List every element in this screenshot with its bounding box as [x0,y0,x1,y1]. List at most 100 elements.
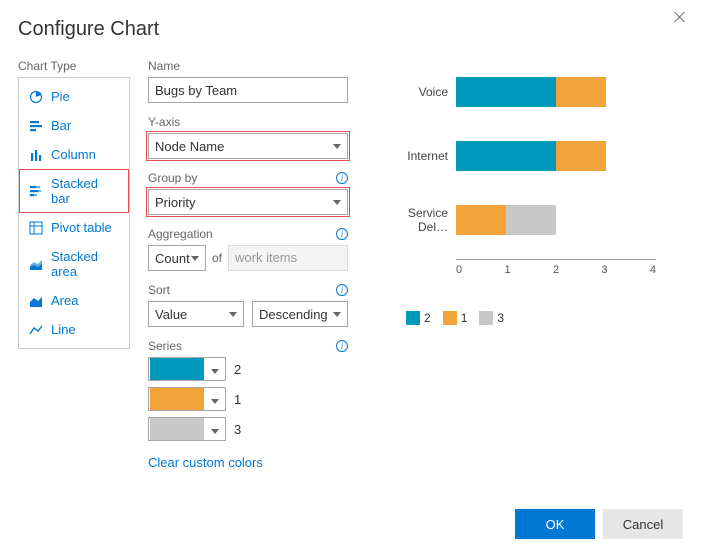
legend-swatch [406,311,420,325]
yaxis-value: Node Name [155,139,224,154]
series-color-select[interactable] [148,417,226,441]
chevron-down-icon [333,200,341,205]
bar-icon [29,119,43,133]
series-color-select[interactable] [148,357,226,381]
sort-dir-select[interactable]: Descending [252,301,348,327]
area-icon [29,294,43,308]
chart-tick-label: 2 [553,264,559,276]
chart-bar-row: Service Del… [386,195,666,245]
info-icon[interactable]: i [336,340,348,352]
chevron-down-icon [205,422,225,437]
chart-type-pivot-table[interactable]: Pivot table [19,213,129,242]
agg-label: Aggregation [148,227,213,241]
sort-label: Sort [148,283,170,297]
sort-by-value: Value [155,307,187,322]
column-icon [29,148,43,162]
chart-bar-segment [456,141,556,171]
yaxis-label: Y-axis [148,115,358,129]
legend-swatch [443,311,457,325]
chart-type-label: Pie [51,89,70,104]
group-label: Group by [148,171,197,185]
chevron-down-icon [333,144,341,149]
chart-type-label: Stacked area [51,249,119,279]
chart-type-label: Line [51,322,76,337]
chart-x-axis: 01234 [456,259,656,276]
chart-bar [456,205,656,235]
cancel-button[interactable]: Cancel [603,509,683,539]
chart-type-label: Stacked bar [51,176,119,206]
line-icon [29,323,43,337]
sort-by-select[interactable]: Value [148,301,244,327]
dialog-title: Configure Chart [18,18,683,41]
chart-category-label: Voice [386,85,456,99]
ok-button[interactable]: OK [515,509,595,539]
series-color-select[interactable] [148,387,226,411]
chart-type-bar[interactable]: Bar [19,111,129,140]
chart-bar-segment [456,77,556,107]
name-input[interactable] [148,77,348,103]
pivot-table-icon [29,221,43,235]
group-select[interactable]: Priority [148,189,348,215]
clear-colors-link[interactable]: Clear custom colors [148,455,263,470]
chart-bar-row: Internet [386,131,666,181]
legend-swatch [479,311,493,325]
group-value: Priority [155,195,195,210]
legend-label: 2 [424,311,431,325]
chevron-down-icon [229,312,237,317]
series-swatch [150,418,204,440]
stacked-bar-icon [29,184,43,198]
chart-tick-label: 0 [456,264,462,276]
chevron-down-icon [205,362,225,377]
chart-type-area[interactable]: Area [19,286,129,315]
series-swatch [150,358,204,380]
chart-type-label: Bar [51,118,71,133]
yaxis-select[interactable]: Node Name [148,133,348,159]
chart-preview: VoiceInternetService Del…01234 213 [376,59,683,482]
series-name: 2 [234,362,241,377]
chart-category-label: Internet [386,149,456,163]
series-row: 1 [148,387,358,411]
legend-item: 3 [479,311,504,325]
stacked-area-icon [29,257,43,271]
chart-type-stacked-bar[interactable]: Stacked bar [19,169,129,213]
chart-tick-label: 4 [650,264,656,276]
chart-bar-segment [456,205,506,235]
chart-bar-segment [506,205,556,235]
series-row: 3 [148,417,358,441]
series-swatch [150,388,204,410]
series-name: 1 [234,392,241,407]
series-label: Series [148,339,182,353]
chart-type-label: Pivot table [51,220,112,235]
agg-value: Count [155,251,190,266]
legend-label: 3 [497,311,504,325]
chart-type-label: Column [51,147,96,162]
chevron-down-icon [205,392,225,407]
chart-tick-label: 1 [504,264,510,276]
info-icon[interactable]: i [336,284,348,296]
legend-item: 2 [406,311,431,325]
legend-item: 1 [443,311,468,325]
info-icon[interactable]: i [336,172,348,184]
chart-bar-segment [556,77,606,107]
agg-field-disabled: work items [228,245,348,271]
chart-type-list: Pie Bar Column [18,77,130,349]
chart-type-label: Area [51,293,78,308]
legend-label: 1 [461,311,468,325]
chart-bar [456,77,656,107]
chart-type-pie[interactable]: Pie [19,82,129,111]
chart-type-column[interactable]: Column [19,140,129,169]
info-icon[interactable]: i [336,228,348,240]
chevron-down-icon [191,256,199,261]
name-label: Name [148,59,358,73]
chevron-down-icon [333,312,341,317]
chart-type-stacked-area[interactable]: Stacked area [19,242,129,286]
aggregation-select[interactable]: Count [148,245,206,271]
chart-category-label: Service Del… [386,206,456,234]
agg-of-label: of [212,251,222,265]
series-name: 3 [234,422,241,437]
chart-type-line[interactable]: Line [19,315,129,344]
sort-dir-value: Descending [259,307,328,322]
close-icon[interactable] [673,10,687,24]
series-row: 2 [148,357,358,381]
chart-bar-row: Voice [386,67,666,117]
